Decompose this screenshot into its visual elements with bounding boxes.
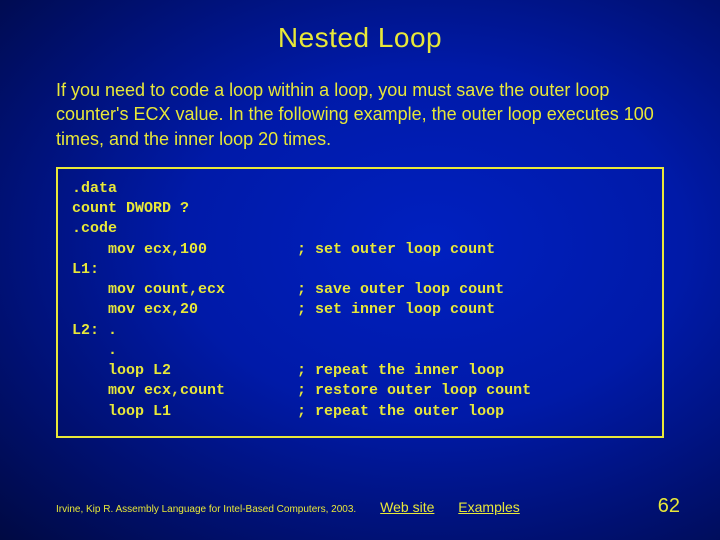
- citation-text: Irvine, Kip R. Assembly Language for Int…: [56, 504, 356, 515]
- examples-link[interactable]: Examples: [458, 499, 519, 515]
- slide: Nested Loop If you need to code a loop w…: [0, 0, 720, 540]
- code-listing: .data count DWORD ? .code mov ecx,100 ; …: [56, 167, 664, 438]
- footer: Irvine, Kip R. Assembly Language for Int…: [56, 495, 680, 518]
- page-number: 62: [658, 495, 680, 518]
- slide-title: Nested Loop: [0, 0, 720, 54]
- footer-links: Web site Examples: [380, 499, 540, 515]
- body-paragraph: If you need to code a loop within a loop…: [56, 78, 664, 151]
- website-link[interactable]: Web site: [380, 499, 434, 515]
